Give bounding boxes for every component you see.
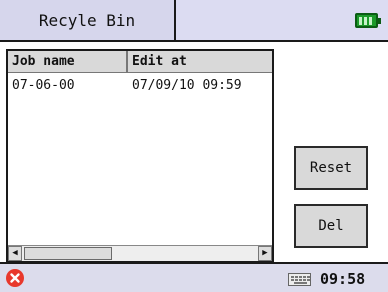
del-button[interactable]: Del	[294, 204, 368, 248]
scrollbar-thumb[interactable]	[24, 247, 112, 260]
edit-at-cell: 07/09/10 09:59	[132, 78, 242, 93]
column-header-edit-at[interactable]: Edit at	[128, 51, 272, 73]
scroll-left-icon[interactable]: ◀	[8, 246, 22, 261]
title-tab: Recyle Bin	[0, 0, 176, 42]
battery-full-icon	[355, 13, 381, 28]
scroll-right-icon[interactable]: ▶	[258, 246, 272, 261]
keyboard-icon[interactable]	[288, 273, 311, 286]
status-bar: 09:58	[0, 262, 388, 292]
window-title: Recyle Bin	[38, 11, 136, 30]
close-icon[interactable]	[6, 269, 24, 287]
title-bar: Recyle Bin	[0, 0, 388, 42]
title-bar-right	[176, 0, 388, 42]
main-area: Job name Edit at 07-06-00 07/09/10 09:59…	[0, 42, 388, 263]
job-name-cell: 07-06-00	[12, 78, 75, 93]
horizontal-scrollbar[interactable]: ◀ ▶	[8, 245, 272, 261]
reset-button[interactable]: Reset	[294, 146, 368, 190]
list-header: Job name Edit at	[8, 51, 272, 73]
list-row[interactable]: 07-06-00 07/09/10 09:59	[8, 76, 272, 96]
column-header-job-name[interactable]: Job name	[8, 51, 128, 73]
job-list[interactable]: Job name Edit at 07-06-00 07/09/10 09:59…	[6, 49, 274, 263]
clock: 09:58	[320, 270, 366, 288]
